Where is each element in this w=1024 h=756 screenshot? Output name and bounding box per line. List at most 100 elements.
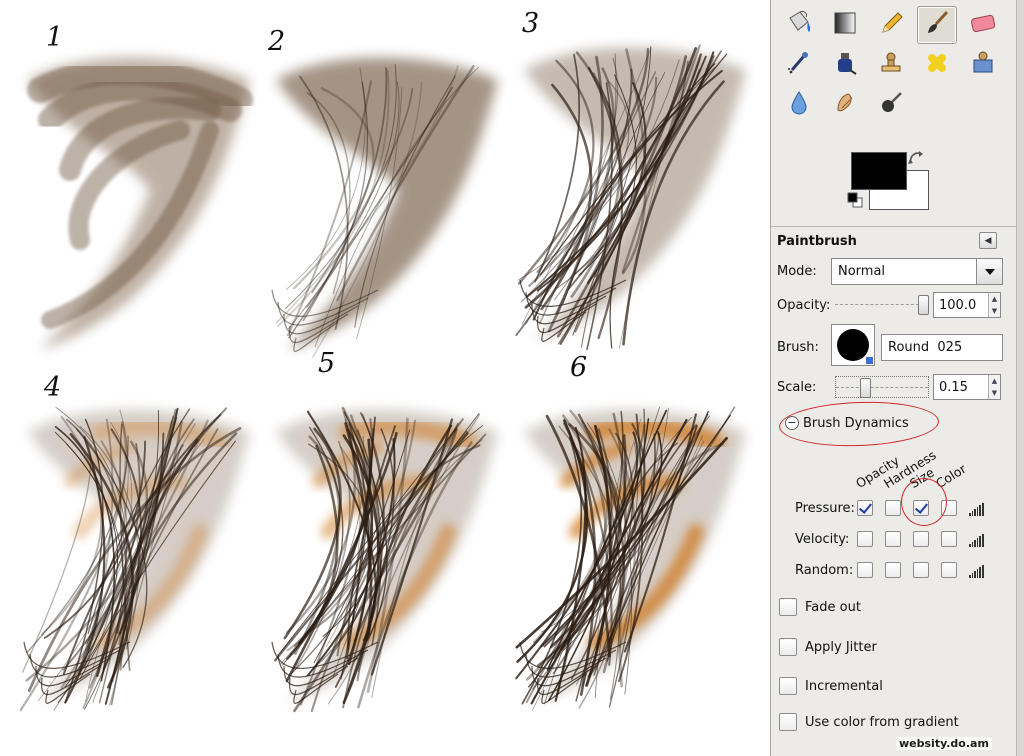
dynamics-checkbox-opacity[interactable] [857,531,873,547]
toolbox-panel: Paintbrush ◀ Mode: Normal Opacity: 100.0… [770,0,1017,756]
dynamics-checkbox-color[interactable] [941,562,957,578]
curve-icon[interactable] [969,564,985,578]
blend-gradient-icon [830,8,860,42]
opacity-slider-thumb[interactable] [918,295,929,315]
tool-button-bucket-fill[interactable] [779,6,819,44]
opacity-slider[interactable] [835,294,929,316]
hair-step-3 [506,10,756,380]
smudge-icon [830,88,860,122]
hair-drawing-3 [515,44,746,351]
scale-value: 0.15 [939,380,968,395]
brush-preview-button[interactable] [831,324,875,366]
tool-button-airbrush[interactable] [779,46,819,84]
mode-select-value: Normal [838,264,886,279]
mode-label: Mode: [777,264,817,279]
option-checkbox[interactable] [779,713,797,731]
watermark-text: websity.do.am [896,737,992,750]
tool-button-dodge-burn[interactable] [871,86,911,124]
brush-dynamics-label[interactable]: Brush Dynamics [803,416,909,431]
scale-slider-track [836,387,928,388]
chevron-down-icon[interactable] [976,259,1002,284]
tool-button-blend-gradient[interactable] [825,6,865,44]
hair-drawing-1 [27,57,253,350]
dynamics-checkbox-opacity[interactable] [857,562,873,578]
perspective-clone-icon [968,48,998,82]
step-number-5: 5 [318,348,336,379]
dynamics-checkbox-color[interactable] [941,531,957,547]
tool-button-blur-sharpen[interactable] [779,86,819,124]
opacity-slider-track [835,304,929,305]
brush-name-value: Round 025 [888,340,963,355]
option-fade-out[interactable]: Fade out [779,598,861,618]
option-checkbox-label: Use color from gradient [805,714,959,730]
brush-name-field: Round 025 [881,334,1003,361]
option-checkbox-label: Incremental [805,678,883,694]
mode-select[interactable]: Normal [831,258,1003,285]
option-checkbox[interactable] [779,598,797,616]
options-divider [771,226,1017,227]
tool-button-clone-stamp[interactable] [871,46,911,84]
tool-button-smudge[interactable] [825,86,865,124]
curve-icon[interactable] [969,533,985,547]
tool-options-title: Paintbrush [777,234,857,249]
option-checkbox[interactable] [779,638,797,656]
heal-icon [922,48,952,82]
hair-drawing-2 [271,57,498,358]
opacity-spinbox[interactable]: 100.0 ▲ ▼ [933,292,1001,318]
default-colors-icon[interactable] [847,192,863,208]
option-use-color-from-gradient[interactable]: Use color from gradient [779,713,959,733]
step-number-6: 6 [570,352,588,383]
ink-icon [830,48,860,82]
canvas-area[interactable]: 1 2 3 4 5 6 [0,0,770,756]
hair-drawing-6 [515,406,746,711]
option-incremental[interactable]: Incremental [779,677,883,697]
curve-icon[interactable] [969,502,985,516]
window-edge [1016,0,1024,756]
step-number-1: 1 [46,22,64,53]
opacity-spin-buttons[interactable]: ▲ ▼ [988,293,1000,317]
hair-step-1 [10,20,260,390]
brush-dynamics-expander[interactable]: − [785,416,799,430]
dynamics-checkbox-opacity[interactable] [857,500,873,516]
options-menu-button[interactable]: ◀ [979,232,997,249]
paintbrush-icon [922,8,952,42]
option-apply-jitter[interactable]: Apply Jitter [779,638,877,658]
airbrush-icon [784,48,814,82]
hair-drawing-4 [19,406,250,712]
tool-button-paintbrush[interactable] [917,6,957,44]
swap-colors-icon[interactable] [907,150,927,168]
tool-button-eraser[interactable] [963,6,1003,44]
color-area [847,148,937,216]
scale-slider-thumb[interactable] [860,378,871,398]
hair-step-4 [10,372,260,742]
bucket-fill-icon [784,8,814,42]
scale-spin-buttons[interactable]: ▲ ▼ [988,375,1000,399]
hair-step-2 [258,20,508,390]
scale-spinbox[interactable]: 0.15 ▲ ▼ [933,374,1001,400]
clone-stamp-icon [876,48,906,82]
dynamics-checkbox-hardness[interactable] [885,500,901,516]
option-checkbox-label: Fade out [805,599,861,615]
blur-sharpen-icon [784,88,814,122]
dynamics-checkbox-hardness[interactable] [885,531,901,547]
hair-step-6 [506,372,756,742]
dynamics-row-label: Pressure: [795,501,855,516]
round-brush-icon [837,329,869,361]
dynamics-row-label: Random: [795,563,854,578]
option-checkbox[interactable] [779,677,797,695]
tool-button-heal[interactable] [917,46,957,84]
option-checkbox-label: Apply Jitter [805,639,877,655]
dodge-burn-icon [876,88,906,122]
scale-slider[interactable] [835,376,929,398]
tool-button-perspective-clone[interactable] [963,46,1003,84]
foreground-color-swatch[interactable] [851,152,907,190]
tool-button-pencil[interactable] [871,6,911,44]
dynamics-checkbox-size[interactable] [913,562,929,578]
brush-popup-corner-icon [866,357,873,364]
hair-step-5 [258,372,508,742]
dynamics-checkbox-size[interactable] [913,531,929,547]
step-number-2: 2 [268,26,286,57]
dynamics-checkbox-hardness[interactable] [885,562,901,578]
brush-label: Brush: [777,340,819,355]
tool-button-ink[interactable] [825,46,865,84]
